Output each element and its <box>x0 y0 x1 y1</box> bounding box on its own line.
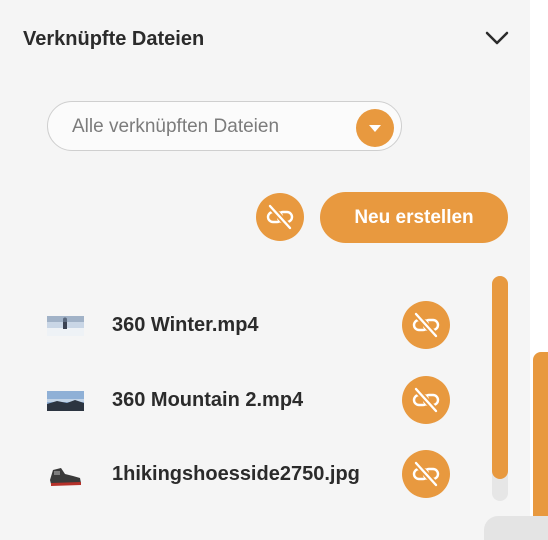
file-row[interactable]: 360 Mountain 2.mp4 <box>0 376 470 426</box>
page-scrollbar[interactable] <box>530 0 548 540</box>
file-thumbnail <box>47 391 84 411</box>
create-new-button[interactable]: Neu erstellen <box>320 192 508 243</box>
linked-files-panel: Verknüpfte Dateien Alle verknüpften Date… <box>0 0 530 540</box>
file-name: 360 Winter.mp4 <box>112 314 259 336</box>
unlink-file-button[interactable] <box>402 301 450 349</box>
panel-title: Verknüpfte Dateien <box>23 28 205 50</box>
unlink-icon <box>412 460 440 488</box>
file-thumbnail <box>47 462 84 488</box>
caret-down-icon <box>369 124 381 132</box>
unlink-icon <box>266 203 294 231</box>
filter-selected-value: Alle verknüpften Dateien <box>72 116 280 137</box>
unlink-icon <box>412 386 440 414</box>
linked-files-filter-select[interactable]: Alle verknüpften Dateien <box>47 101 402 151</box>
chevron-down-icon <box>485 31 509 45</box>
file-row[interactable]: 360 Winter.mp4 <box>0 301 470 351</box>
page-scroll-thumb[interactable] <box>533 352 548 540</box>
bottom-edge-element <box>484 516 548 540</box>
unlink-file-button[interactable] <box>402 450 450 498</box>
unlink-icon <box>412 311 440 339</box>
select-arrow-button[interactable] <box>356 109 394 147</box>
file-list-scrollbar[interactable] <box>492 276 508 501</box>
file-name: 360 Mountain 2.mp4 <box>112 389 304 411</box>
file-row[interactable]: 1hikingshoesside2750.jpg <box>0 450 470 500</box>
unlink-all-button[interactable] <box>256 193 304 241</box>
file-name: 1hikingshoesside2750.jpg <box>112 463 360 485</box>
file-list-scroll-thumb[interactable] <box>492 276 508 479</box>
unlink-file-button[interactable] <box>402 376 450 424</box>
collapse-button[interactable] <box>482 24 512 52</box>
file-thumbnail <box>47 316 84 336</box>
